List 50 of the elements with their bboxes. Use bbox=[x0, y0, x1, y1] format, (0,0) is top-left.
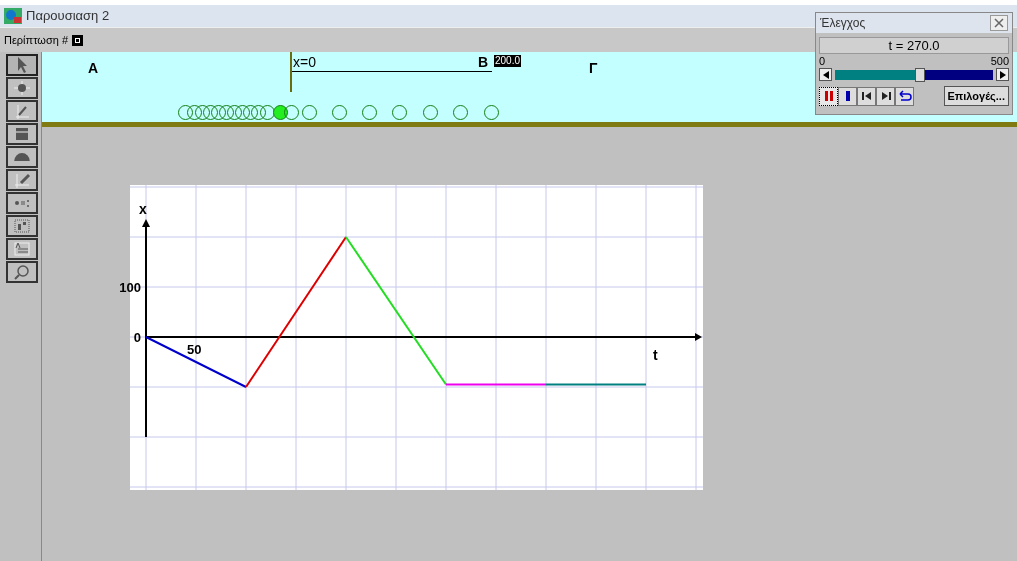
slider-right-button[interactable] bbox=[996, 68, 1009, 81]
app-icon bbox=[4, 8, 22, 24]
tool-button[interactable] bbox=[6, 123, 38, 145]
playback-button[interactable] bbox=[876, 86, 895, 106]
image-icon bbox=[12, 216, 32, 236]
tool-button[interactable] bbox=[6, 261, 38, 283]
menu-item[interactable]: Περίπτωση # bbox=[4, 31, 68, 49]
right-arrow-icon bbox=[999, 70, 1006, 79]
slider-left-button[interactable] bbox=[819, 68, 832, 81]
square-icon bbox=[72, 34, 83, 46]
slider-min-label: 0 bbox=[819, 55, 826, 67]
tool-button[interactable] bbox=[6, 215, 38, 237]
stop-icon bbox=[845, 91, 850, 101]
point-label: A bbox=[88, 59, 99, 78]
loop-icon bbox=[896, 88, 913, 104]
text-icon bbox=[12, 239, 32, 259]
origin-label: x=0 bbox=[293, 53, 316, 72]
slider-thumb[interactable] bbox=[915, 67, 926, 82]
axis-label: x bbox=[139, 200, 147, 219]
time-slider[interactable] bbox=[835, 69, 993, 80]
playback-button[interactable] bbox=[857, 86, 876, 106]
point-label: Γ bbox=[589, 59, 598, 78]
axis-label: t bbox=[653, 346, 658, 365]
tool-button[interactable] bbox=[6, 238, 38, 260]
value-label: 200.0 bbox=[494, 55, 522, 67]
tool-button[interactable] bbox=[6, 100, 38, 122]
tool-button[interactable] bbox=[6, 192, 38, 214]
panel-title: Έλεγχος bbox=[820, 15, 866, 32]
close-icon bbox=[994, 18, 1004, 28]
tool-button[interactable] bbox=[6, 54, 38, 76]
point-icon bbox=[12, 78, 32, 98]
window-title: Παρουσιαση 2 bbox=[26, 7, 110, 26]
close-button[interactable] bbox=[990, 15, 1008, 31]
tick-label: 100 bbox=[118, 279, 141, 297]
tick-label: 50 bbox=[187, 341, 202, 359]
slider-max-label: 500 bbox=[990, 55, 1009, 67]
tool-button[interactable] bbox=[6, 146, 38, 168]
time-display: t = 270.0 bbox=[819, 37, 1009, 54]
tick-label: 0 bbox=[132, 329, 141, 347]
tool-button[interactable] bbox=[6, 77, 38, 99]
options-button[interactable]: Επιλογές... bbox=[943, 86, 1009, 106]
zoom-icon bbox=[12, 262, 32, 282]
playback-button[interactable] bbox=[819, 86, 838, 106]
origin-marker bbox=[290, 52, 292, 92]
point-label: B bbox=[478, 53, 489, 72]
tool-button[interactable] bbox=[6, 169, 38, 191]
gauge-icon bbox=[13, 152, 31, 162]
playback-button[interactable] bbox=[895, 86, 914, 106]
playback-button[interactable] bbox=[838, 86, 857, 106]
left-arrow-icon bbox=[822, 70, 829, 79]
